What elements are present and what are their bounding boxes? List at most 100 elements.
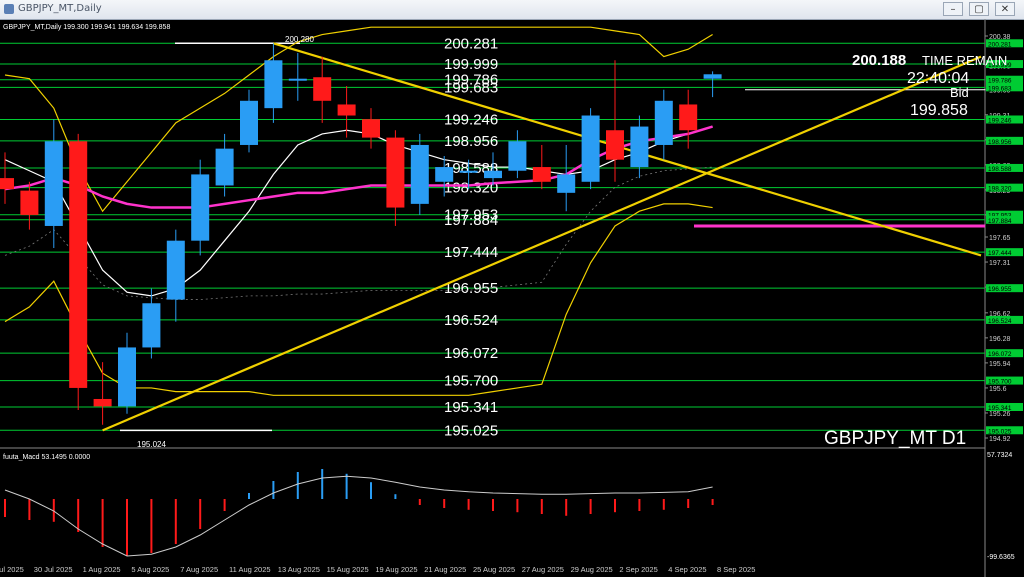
candle-bull [410,144,429,204]
candle-bull [508,141,527,171]
axis-tick-label: 195.6 [989,386,1007,393]
candle-bear [532,167,551,182]
level-label: 199.683 [444,79,498,96]
candle-bull [459,170,478,173]
symbol-label: GBPJPY_MT D1 [824,428,966,449]
bid-value: 199.858 [910,102,968,119]
candle-bull [44,141,63,226]
level-label: 198.320 [444,180,498,197]
level-axis-text: 197.444 [988,250,1012,257]
level-axis-text: 198.588 [988,166,1012,173]
level-axis-text: 196.955 [988,286,1012,293]
candle-bull [240,100,258,145]
candle-bull [215,148,234,186]
price-chart[interactable]: 200.38199.98199.65199.31198.97198.63198.… [0,19,1024,577]
ohlc-header: GBPJPY_MT,Daily 199.300 199.941 199.634 … [3,24,170,31]
macd-panel [4,469,714,557]
trendlines [102,42,982,432]
candle-bull [484,170,502,179]
chart-app-icon [4,4,14,14]
level-label: 198.956 [444,133,498,150]
time-axis: 28 Jul 2025 30 Jul 2025 1 Aug 2025 5 Aug 20… [0,565,755,574]
trendline [273,42,982,257]
time-axis-label: 5 Aug 2025 [131,565,169,574]
candle-bull [435,167,454,182]
time-axis-label: 11 Aug 2025 [229,565,271,574]
candle-bull [166,240,185,300]
macd-label: fuuta_Macd 53.1495 0.0000 [3,454,90,461]
minimize-button[interactable]: – [943,2,963,16]
time-axis-label: 13 Aug 2025 [278,565,320,574]
candle-bull [288,78,307,81]
maximize-button[interactable]: ▢ [969,2,989,16]
level-axis-text: 196.072 [988,351,1012,358]
time-axis-label: 8 Sep 2025 [717,565,755,574]
price-axis: 200.38199.98199.65199.31198.97198.63198.… [984,19,1011,577]
level-label: 197.884 [444,212,498,229]
level-axis-text: 198.320 [988,186,1012,193]
level-axis-text: 198.956 [988,139,1012,146]
candle-bear [20,190,39,215]
window-titlebar: GBPJPY_MT,Daily – ▢ ✕ [0,0,1024,20]
time-remain-label: TIME REMAIN [922,53,1007,68]
candle-bear [313,77,332,101]
level-axis-text: 199.683 [988,85,1012,92]
level-axis-text: 196.524 [988,318,1012,325]
level-axis-text: 195.700 [988,379,1012,386]
time-axis-label: 2 Sep 2025 [619,565,657,574]
axis-tick-label: 197.31 [989,260,1011,267]
level-label: 199.246 [444,111,498,128]
level-label: 195.341 [444,399,498,416]
level-label: 197.444 [444,244,498,261]
candle-bull [703,74,722,79]
level-axis-text: 195.341 [988,405,1012,412]
time-axis-label: 4 Sep 2025 [668,565,706,574]
axis-tick-label: 194.92 [989,436,1011,443]
close-button[interactable]: ✕ [995,2,1015,16]
candles [0,43,722,425]
level-axis-text: 200.281 [988,41,1012,48]
candle-bull [142,303,161,348]
candle-bear [69,141,88,388]
time-axis-label: 25 Aug 2025 [473,565,515,574]
time-axis-label: 28 Jul 2025 [0,565,24,574]
level-label: 199.999 [444,56,498,73]
candle-bull [118,347,136,407]
support-resistance-levels: 200.281200.281199.999199.999199.786199.7… [0,35,1023,439]
envelope-bands [4,26,713,396]
macd-top-value: 57.7324 [987,452,1012,459]
level-label: 196.072 [444,345,498,362]
time-axis-label: 7 Aug 2025 [180,565,218,574]
candle-bull [630,126,649,168]
level-label: 196.524 [444,312,498,329]
axis-tick-label: 195.94 [989,361,1011,368]
candle-bull [264,60,283,109]
level-axis-text: 197.884 [988,218,1012,225]
level-label: 195.700 [444,373,498,390]
level-axis-text: 199.246 [988,117,1012,124]
time-axis-label: 15 Aug 2025 [327,565,369,574]
candle-bear [362,119,380,138]
macd-bottom-value: -99.6365 [987,554,1015,561]
chart-window: GBPJPY_MT,Daily – ▢ ✕ 200.38199.98199.65… [0,0,1024,577]
candle-bear [337,104,356,116]
low-marker: 195.024 [137,440,166,449]
macd-signal-line [4,475,713,557]
candle-bear [679,104,698,131]
time-axis-label: 21 Aug 2025 [424,565,466,574]
level-label: 195.025 [444,422,498,439]
candle-bear [93,398,112,407]
level-label: 200.281 [444,35,498,52]
axis-tick-label: 195.26 [989,411,1011,418]
trendline [102,55,982,432]
time-axis-label: 29 Aug 2025 [571,565,613,574]
axis-tick-label: 197.65 [989,235,1011,242]
candle-bull [191,174,210,241]
time-axis-label: 1 Aug 2025 [83,565,121,574]
candle-bull [654,100,673,145]
current-price: 200.188 [852,52,906,69]
time-axis-label: 30 Jul 2025 [34,565,73,574]
candle-bear [0,178,14,190]
bid-label: Bid [950,85,969,100]
candle-bull [581,115,600,182]
